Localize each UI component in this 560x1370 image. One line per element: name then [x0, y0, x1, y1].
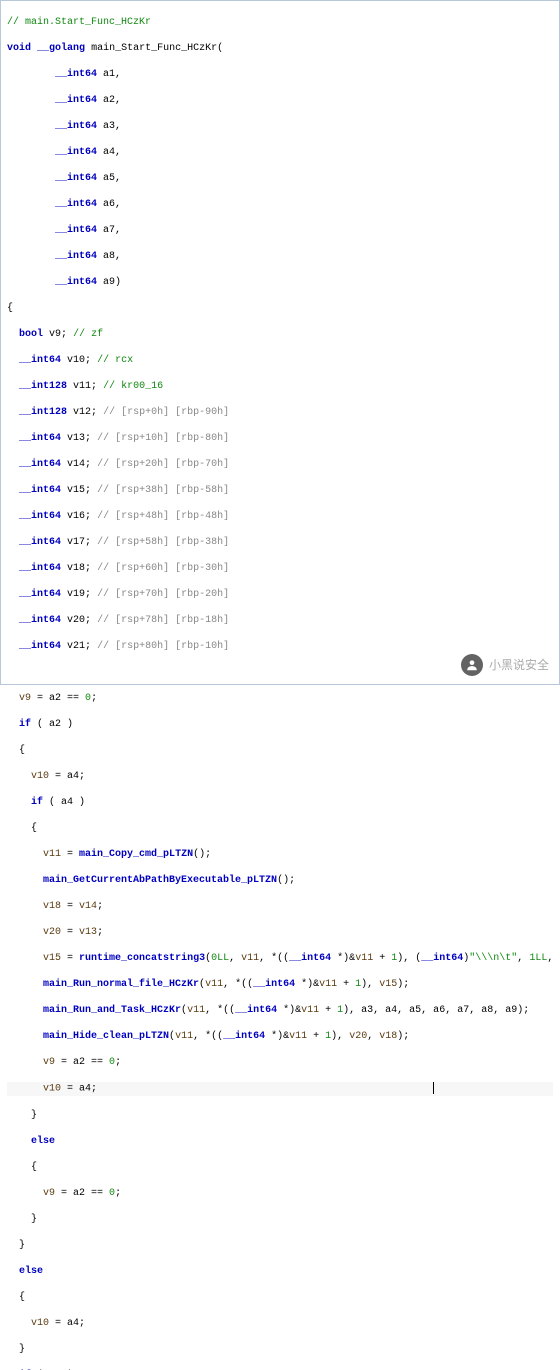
- stmt: else: [7, 1265, 553, 1278]
- stmt: v10 = a4;: [7, 1317, 553, 1330]
- param: __int64 a9): [7, 276, 553, 289]
- param: __int64 a8,: [7, 250, 553, 263]
- brace: }: [7, 1213, 553, 1226]
- param: __int64 a6,: [7, 198, 553, 211]
- param: __int64 a7,: [7, 224, 553, 237]
- brace: {: [7, 1291, 553, 1304]
- decl: __int64 v20; // [rsp+78h] [rbp-18h]: [7, 614, 553, 627]
- stmt: if ( a2 ): [7, 718, 553, 731]
- stmt: v9 = a2 == 0;: [7, 1187, 553, 1200]
- brace: {: [7, 744, 553, 757]
- decompiler-view[interactable]: // main.Start_Func_HCzKr void __golang m…: [1, 1, 559, 1370]
- brace: {: [7, 822, 553, 835]
- stmt: v18 = v14;: [7, 900, 553, 913]
- decl: __int64 v10; // rcx: [7, 354, 553, 367]
- brace: }: [7, 1109, 553, 1122]
- stmt: v9 = a2 == 0;: [7, 692, 553, 705]
- comment-line: // main.Start_Func_HCzKr: [7, 16, 553, 29]
- stmt: if ( v9 ): [7, 1369, 553, 1370]
- text-cursor: [433, 1082, 434, 1094]
- person-icon: [465, 658, 479, 672]
- func-signature: void __golang main_Start_Func_HCzKr(: [7, 42, 553, 55]
- param: __int64 a1,: [7, 68, 553, 81]
- decl: __int128 v12; // [rsp+0h] [rbp-90h]: [7, 406, 553, 419]
- stmt: v10 = a4;: [7, 770, 553, 783]
- decl: __int64 v18; // [rsp+60h] [rbp-30h]: [7, 562, 553, 575]
- decl: __int64 v16; // [rsp+48h] [rbp-48h]: [7, 510, 553, 523]
- decl: __int64 v17; // [rsp+58h] [rbp-38h]: [7, 536, 553, 549]
- wechat-avatar-icon: [461, 654, 483, 676]
- watermark: 小黑说安全: [461, 654, 549, 676]
- stmt: main_Run_and_Task_HCzKr(v11, *((__int64 …: [7, 1004, 553, 1017]
- watermark-text: 小黑说安全: [489, 659, 549, 672]
- stmt: main_Hide_clean_pLTZN(v11, *((__int64 *)…: [7, 1030, 553, 1043]
- decl: bool v9; // zf: [7, 328, 553, 341]
- stmt: v20 = v13;: [7, 926, 553, 939]
- current-line[interactable]: v10 = a4;: [7, 1082, 553, 1096]
- decl: __int64 v15; // [rsp+38h] [rbp-58h]: [7, 484, 553, 497]
- decl: __int64 v19; // [rsp+70h] [rbp-20h]: [7, 588, 553, 601]
- stmt: main_GetCurrentAbPathByExecutable_pLTZN(…: [7, 874, 553, 887]
- param: __int64 a2,: [7, 94, 553, 107]
- param: __int64 a5,: [7, 172, 553, 185]
- decl: __int128 v11; // kr00_16: [7, 380, 553, 393]
- brace: {: [7, 302, 553, 315]
- brace: {: [7, 1161, 553, 1174]
- decl: __int64 v13; // [rsp+10h] [rbp-80h]: [7, 432, 553, 445]
- param: __int64 a3,: [7, 120, 553, 133]
- stmt: v11 = main_Copy_cmd_pLTZN();: [7, 848, 553, 861]
- stmt: v15 = runtime_concatstring3(0LL, v11, *(…: [7, 952, 553, 965]
- stmt: v9 = a2 == 0;: [7, 1056, 553, 1069]
- decl: __int64 v21; // [rsp+80h] [rbp-10h]: [7, 640, 553, 653]
- stmt: if ( a4 ): [7, 796, 553, 809]
- brace: }: [7, 1239, 553, 1252]
- stmt: else: [7, 1135, 553, 1148]
- decl: __int64 v14; // [rsp+20h] [rbp-70h]: [7, 458, 553, 471]
- brace: }: [7, 1343, 553, 1356]
- stmt: main_Run_normal_file_HCzKr(v11, *((__int…: [7, 978, 553, 991]
- param: __int64 a4,: [7, 146, 553, 159]
